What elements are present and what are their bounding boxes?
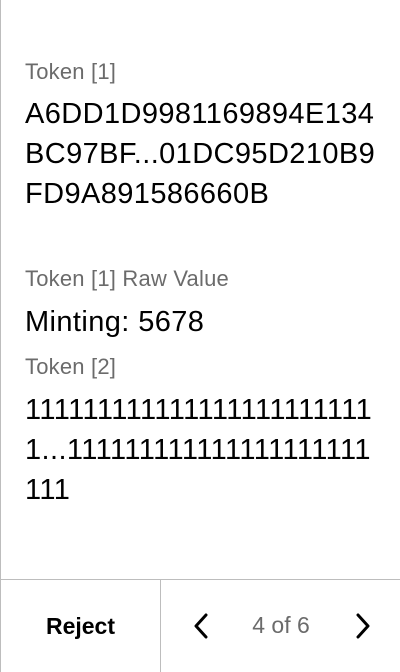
field-value-token-1: A6DD1D9981169894E134BC97BF...01DC95D210B…	[25, 98, 376, 210]
previous-page-button[interactable]	[181, 606, 221, 646]
next-page-button[interactable]	[343, 606, 383, 646]
pagination: 4 of 6	[161, 580, 400, 672]
review-screen: Token [1] A6DD1D9981169894E134BC97BF...0…	[0, 0, 400, 672]
field-label-token-1: Token [1]	[25, 59, 117, 84]
field-value-token-2: 1111111111111111111111111...111111111111…	[25, 394, 373, 506]
reject-button[interactable]: Reject	[1, 580, 161, 672]
page-indicator: 4 of 6	[252, 612, 310, 638]
chevron-left-icon	[194, 613, 208, 639]
field-value-token-1-raw: Minting: 5678	[25, 306, 205, 338]
chevron-right-icon	[356, 613, 370, 639]
footer-bar: Reject 4 of 6	[1, 579, 400, 672]
field-label-token-2: Token [2]	[25, 354, 117, 379]
field-label-token-1-raw: Token [1] Raw Value	[25, 266, 229, 291]
